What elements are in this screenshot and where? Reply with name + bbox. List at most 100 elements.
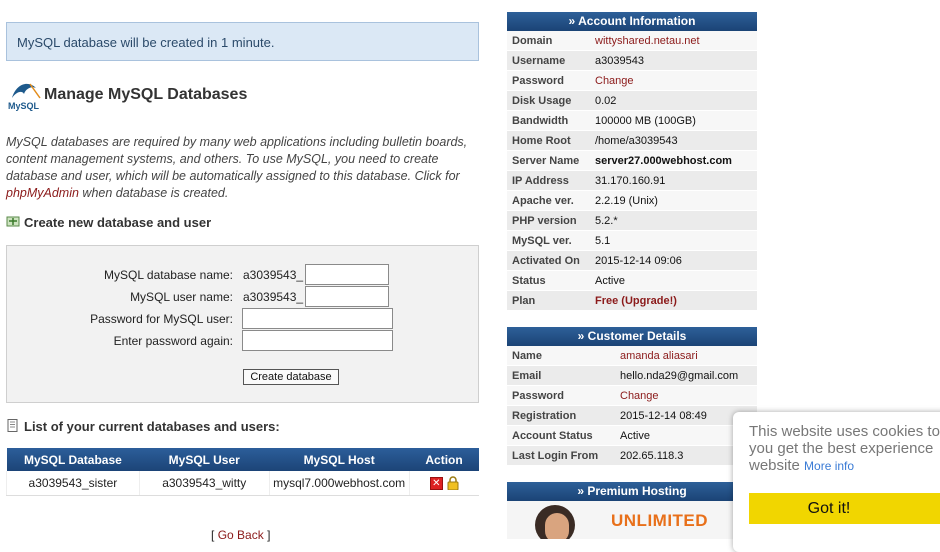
- db-name-input[interactable]: [305, 264, 389, 285]
- account-key: Apache ver.: [512, 195, 574, 207]
- list-section-heading-text: List of your current databases and users…: [24, 419, 280, 434]
- customer-value: 2015-12-14 08:49: [620, 410, 707, 422]
- password-row: Password for MySQL user:: [7, 308, 480, 330]
- account-key: Bandwidth: [512, 115, 569, 127]
- account-value: /home/a3039543: [595, 135, 678, 147]
- database-add-icon: [6, 216, 20, 227]
- customer-row-last-login: Last Login From 202.65.118.3: [507, 446, 757, 466]
- user-name-prefix: a3039543_: [243, 290, 304, 304]
- upgrade-plan-link[interactable]: Free (Upgrade!): [595, 291, 677, 311]
- account-row-mysql-version: MySQL ver. 5.1: [507, 231, 757, 251]
- db-name-label: MySQL database name:: [104, 268, 233, 282]
- account-row-status: Status Active: [507, 271, 757, 291]
- user-name-row: MySQL user name: a3039543_: [7, 286, 480, 308]
- page-title-text: Manage MySQL Databases: [44, 86, 248, 103]
- account-value: 0.02: [595, 95, 617, 107]
- account-value: 5.2.*: [595, 215, 618, 227]
- password-again-input[interactable]: [242, 330, 393, 351]
- account-value: a3039543: [595, 55, 644, 67]
- account-info-heading: » Account Information: [507, 12, 757, 31]
- account-row-disk-usage: Disk Usage 0.02: [507, 91, 757, 111]
- customer-change-password-link[interactable]: Change: [620, 386, 659, 406]
- delete-icon[interactable]: ✕: [429, 476, 443, 490]
- account-key: MySQL ver.: [512, 235, 572, 247]
- customer-value: hello.nda29@gmail.com: [620, 370, 739, 382]
- column-header-host: MySQL Host: [269, 448, 410, 471]
- customer-row-name: Name amanda aliasari: [507, 346, 757, 366]
- customer-value: 202.65.118.3: [620, 450, 684, 462]
- account-key: Disk Usage: [512, 95, 572, 107]
- user-name-input[interactable]: [305, 286, 389, 307]
- account-value: Active: [595, 275, 625, 287]
- mysql-logo-icon: MySQL: [8, 83, 41, 111]
- column-header-database: MySQL Database: [6, 448, 140, 471]
- password-input[interactable]: [242, 308, 393, 329]
- cookie-message-line: website: [749, 457, 800, 474]
- got-it-button[interactable]: Got it!: [749, 493, 940, 524]
- intro-paragraph: MySQL databases are required by many web…: [6, 134, 476, 202]
- premium-hosting-heading: » Premium Hosting: [507, 482, 757, 501]
- account-row-activated-on: Activated On 2015-12-14 09:06: [507, 251, 757, 271]
- lock-icon[interactable]: [447, 476, 459, 491]
- page-title: MySQL Manage MySQL Databases: [6, 78, 476, 112]
- account-value: 31.170.160.91: [595, 175, 666, 187]
- account-value: server27.000webhost.com: [595, 155, 732, 167]
- account-row-bandwidth: Bandwidth 100000 MB (100GB): [507, 111, 757, 131]
- customer-key: Email: [512, 370, 542, 382]
- customer-row-account-status: Account Status Active: [507, 426, 757, 446]
- password-label: Password for MySQL user:: [90, 312, 233, 326]
- premium-banner[interactable]: UNLIMITED: [507, 501, 757, 539]
- create-section-heading: Create new database and user: [6, 215, 211, 230]
- password-again-label: Enter password again:: [113, 334, 233, 348]
- create-database-button[interactable]: Create database: [243, 369, 339, 385]
- account-key: IP Address: [512, 175, 569, 187]
- customer-key: Last Login From: [512, 450, 599, 462]
- cookie-message-line: you get the best experience: [749, 440, 934, 457]
- action-cell: ✕: [408, 471, 479, 496]
- customer-key: Registration: [512, 410, 577, 422]
- intro-text-before: MySQL databases are required by many web…: [6, 135, 468, 183]
- account-row-username: Username a3039543: [507, 51, 757, 71]
- account-info-panel: » Account Information Domain wittyshared.…: [507, 12, 757, 311]
- premium-banner-text: UNLIMITED: [611, 511, 709, 530]
- table-row: a3039543_sister a3039543_witty mysql7.00…: [6, 471, 479, 496]
- account-value: 5.1: [595, 235, 611, 247]
- account-key: PHP version: [512, 215, 577, 227]
- more-info-link[interactable]: More info: [804, 459, 854, 473]
- account-row-ip-address: IP Address 31.170.160.91: [507, 171, 757, 191]
- account-value: 2.2.19 (Unix): [595, 195, 658, 207]
- account-info-rows: Domain wittyshared.netau.net Username a303…: [507, 31, 757, 311]
- domain-link[interactable]: wittyshared.netau.net: [595, 31, 700, 51]
- password-again-row: Enter password again:: [7, 330, 480, 352]
- cookie-message-line: This website uses cookies to: [749, 423, 940, 440]
- notice-text: MySQL database will be created in 1 minu…: [17, 35, 275, 50]
- account-row-domain: Domain wittyshared.netau.net: [507, 31, 757, 51]
- cookie-message: This website uses cookies to you get the…: [749, 423, 940, 475]
- account-key: Activated On: [512, 255, 580, 267]
- user-cell: a3039543_witty: [138, 471, 270, 496]
- create-section-heading-text: Create new database and user: [24, 215, 212, 230]
- customer-name-link[interactable]: amanda aliasari: [620, 346, 698, 366]
- account-value: 2015-12-14 09:06: [595, 255, 682, 267]
- account-key: Username: [512, 55, 566, 67]
- account-row-plan: Plan Free (Upgrade!): [507, 291, 757, 311]
- list-section-heading: List of your current databases and users…: [6, 419, 280, 434]
- create-database-form: MySQL database name: a3039543_ MySQL use…: [6, 245, 479, 403]
- intro-text-after: when database is created.: [78, 186, 229, 200]
- db-name-row: MySQL database name: a3039543_: [7, 264, 480, 286]
- customer-details-panel: » Customer Details Name amanda aliasari E…: [507, 327, 757, 466]
- customer-key: Password: [512, 390, 564, 402]
- table-header-row: MySQL Database MySQL User MySQL Host Act…: [6, 448, 479, 471]
- account-key: Status: [512, 275, 546, 287]
- user-name-label: MySQL user name:: [130, 290, 233, 304]
- notice-box: MySQL database will be created in 1 minu…: [6, 22, 479, 61]
- account-key: Plan: [512, 295, 536, 307]
- change-password-link[interactable]: Change: [595, 71, 634, 91]
- customer-key: Account Status: [512, 430, 593, 442]
- phpmyadmin-link[interactable]: phpMyAdmin: [6, 186, 79, 200]
- customer-row-email: Email hello.nda29@gmail.com: [507, 366, 757, 386]
- account-key: Domain: [512, 35, 553, 47]
- database-cell: a3039543_sister: [6, 471, 140, 496]
- column-header-user: MySQL User: [139, 448, 270, 471]
- premium-hosting-panel: » Premium Hosting UNLIMITED: [507, 482, 757, 539]
